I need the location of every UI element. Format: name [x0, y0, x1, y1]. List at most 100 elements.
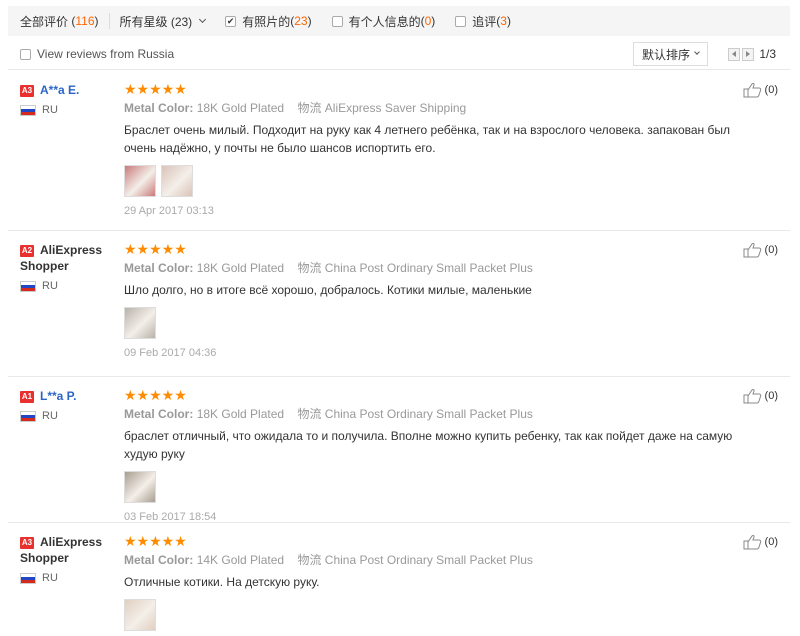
- arrow-left-icon: [732, 51, 737, 57]
- filter-photos-label: 有照片的: [242, 14, 291, 29]
- shipping-value: China Post Ordinary Small Packet Plus: [324, 407, 533, 421]
- helpful-count: (0): [764, 244, 778, 256]
- reviewer-name[interactable]: A**a E.: [40, 83, 79, 97]
- star-rating: ★★★★★: [124, 81, 187, 97]
- arrow-right-icon: [746, 51, 751, 57]
- review-photo[interactable]: [124, 599, 156, 631]
- review-date: 29 Apr 2017 03:13: [124, 205, 214, 217]
- review-content: ★★★★★ Metal Color: 18K Gold Plated 物流 Ch…: [124, 242, 744, 359]
- review-photos: [124, 307, 744, 339]
- shipping-label: 物流: [297, 407, 322, 421]
- russia-filter-label: View reviews from Russia: [37, 47, 175, 61]
- star-rating: ★★★★★: [124, 387, 187, 403]
- reviewer-country: RU: [20, 410, 112, 422]
- shipping-value: China Post Ordinary Small Packet Plus: [324, 261, 533, 275]
- metal-color-label: Metal Color:: [124, 407, 194, 421]
- reviewer-info: A2 AliExpress Shopper RU: [20, 242, 112, 292]
- prev-page-button[interactable]: [728, 47, 741, 61]
- helpful-button[interactable]: (0): [743, 242, 778, 258]
- country-code: RU: [42, 280, 58, 292]
- country-code: RU: [42, 410, 58, 422]
- russia-flag-icon: [20, 104, 36, 116]
- followup-checkbox[interactable]: [455, 15, 467, 27]
- star-rating: ★★★★★: [124, 533, 187, 549]
- sort-dropdown[interactable]: 默认排序: [632, 42, 708, 66]
- reviewer-name-line: A2 AliExpress Shopper: [20, 242, 112, 274]
- shipping-value: China Post Ordinary Small Packet Plus: [324, 553, 533, 567]
- filter-bar: 全部评价 (116) 所有星级 (23) 有照片的(23) 有个人信息的(0) …: [8, 6, 790, 36]
- reviewer-name-line: A1 L**a P.: [20, 388, 112, 404]
- order-info: Metal Color: 18K Gold Plated 物流 AliExpre…: [124, 101, 744, 116]
- helpful-button[interactable]: (0): [743, 388, 778, 404]
- divider: [8, 376, 790, 377]
- divider: [8, 522, 790, 523]
- helpful-button[interactable]: (0): [743, 534, 778, 550]
- filter-info-count: 0: [424, 14, 432, 28]
- reviewer-info: A3 AliExpress Shopper RU: [20, 534, 112, 584]
- divider: [8, 69, 790, 70]
- metal-color-value: 18K Gold Plated: [196, 101, 285, 115]
- review-text: Шло долго, но в итоге всё хорошо, добрал…: [124, 283, 532, 297]
- order-info: Metal Color: 14K Gold Plated 物流 China Po…: [124, 553, 744, 568]
- thumbs-up-icon: [743, 535, 761, 550]
- review-date: 09 Feb 2017 04:36: [124, 347, 217, 359]
- metal-color-value: 18K Gold Plated: [196, 261, 285, 275]
- helpful-count: (0): [764, 390, 778, 402]
- buyer-level-badge: A3: [20, 85, 34, 97]
- russia-flag-icon: [20, 410, 36, 422]
- filter-all-count: 116: [75, 14, 95, 28]
- country-code: RU: [42, 572, 58, 584]
- reviewer-name-line: A3 A**a E.: [20, 82, 112, 98]
- russia-flag-icon: [20, 572, 36, 584]
- review-photos: [124, 471, 744, 503]
- filter-followup-count: 3: [500, 14, 507, 28]
- helpful-button[interactable]: (0): [743, 82, 778, 98]
- star-rating: ★★★★★: [124, 241, 187, 257]
- filter-star-dropdown[interactable]: 所有星级 (23): [110, 6, 216, 36]
- reviewer-country: RU: [20, 104, 112, 116]
- review-photos: [124, 165, 744, 197]
- filter-with-photos[interactable]: 有照片的(23): [215, 6, 321, 36]
- divider: [8, 230, 790, 231]
- review-photo[interactable]: [124, 165, 156, 197]
- metal-color-label: Metal Color:: [124, 101, 194, 115]
- filter-all-reviews[interactable]: 全部评价 (116): [8, 6, 109, 36]
- russia-checkbox[interactable]: [20, 48, 31, 60]
- reviewer-name-line: A3 AliExpress Shopper: [20, 534, 112, 566]
- review-content: ★★★★★ Metal Color: 18K Gold Plated 物流 Ch…: [124, 388, 744, 523]
- filter-photos-count: 23: [294, 14, 308, 28]
- chevron-down-icon: [694, 49, 700, 55]
- reviewer-country: RU: [20, 572, 112, 584]
- metal-color-label: Metal Color:: [124, 553, 194, 567]
- review-photo[interactable]: [161, 165, 193, 197]
- metal-color-label: Metal Color:: [124, 261, 194, 275]
- review-text: Отличные котики. На детскую руку.: [124, 575, 320, 589]
- review-photo[interactable]: [124, 307, 156, 339]
- filter-followup[interactable]: 追评(3): [445, 6, 521, 36]
- filter-with-personal-info[interactable]: 有个人信息的(0): [322, 6, 446, 36]
- review-photos: [124, 599, 744, 631]
- review-photo[interactable]: [124, 471, 156, 503]
- shipping-value: AliExpress Saver Shipping: [324, 101, 467, 115]
- review-content: ★★★★★ Metal Color: 18K Gold Plated 物流 Al…: [124, 82, 744, 217]
- thumbs-up-icon: [743, 243, 761, 258]
- pagination: 1/3: [728, 47, 776, 61]
- photos-checkbox[interactable]: [225, 15, 237, 27]
- shipping-label: 物流: [297, 101, 322, 115]
- personal-info-checkbox[interactable]: [331, 15, 343, 27]
- shipping-label: 物流: [297, 261, 322, 275]
- reviewer-name[interactable]: L**a P.: [40, 389, 76, 403]
- page-indicator: 1/3: [759, 47, 776, 61]
- reviewer-info: A3 A**a E. RU: [20, 82, 112, 116]
- filter-all-label: 全部评价: [20, 14, 69, 29]
- reviewer-info: A1 L**a P. RU: [20, 388, 112, 422]
- filter-star-label: 所有星级 (23): [119, 14, 193, 29]
- next-page-button[interactable]: [742, 47, 755, 61]
- buyer-level-badge: A3: [20, 537, 34, 549]
- review-content: ★★★★★ Metal Color: 14K Gold Plated 物流 Ch…: [124, 534, 744, 636]
- order-info: Metal Color: 18K Gold Plated 物流 China Po…: [124, 407, 744, 422]
- review-text: браслет отличный, что ожидала то и получ…: [124, 429, 733, 461]
- options-row: View reviews from Russia 默认排序 1/3: [8, 42, 790, 66]
- russia-filter[interactable]: View reviews from Russia: [8, 47, 174, 61]
- order-info: Metal Color: 18K Gold Plated 物流 China Po…: [124, 261, 744, 276]
